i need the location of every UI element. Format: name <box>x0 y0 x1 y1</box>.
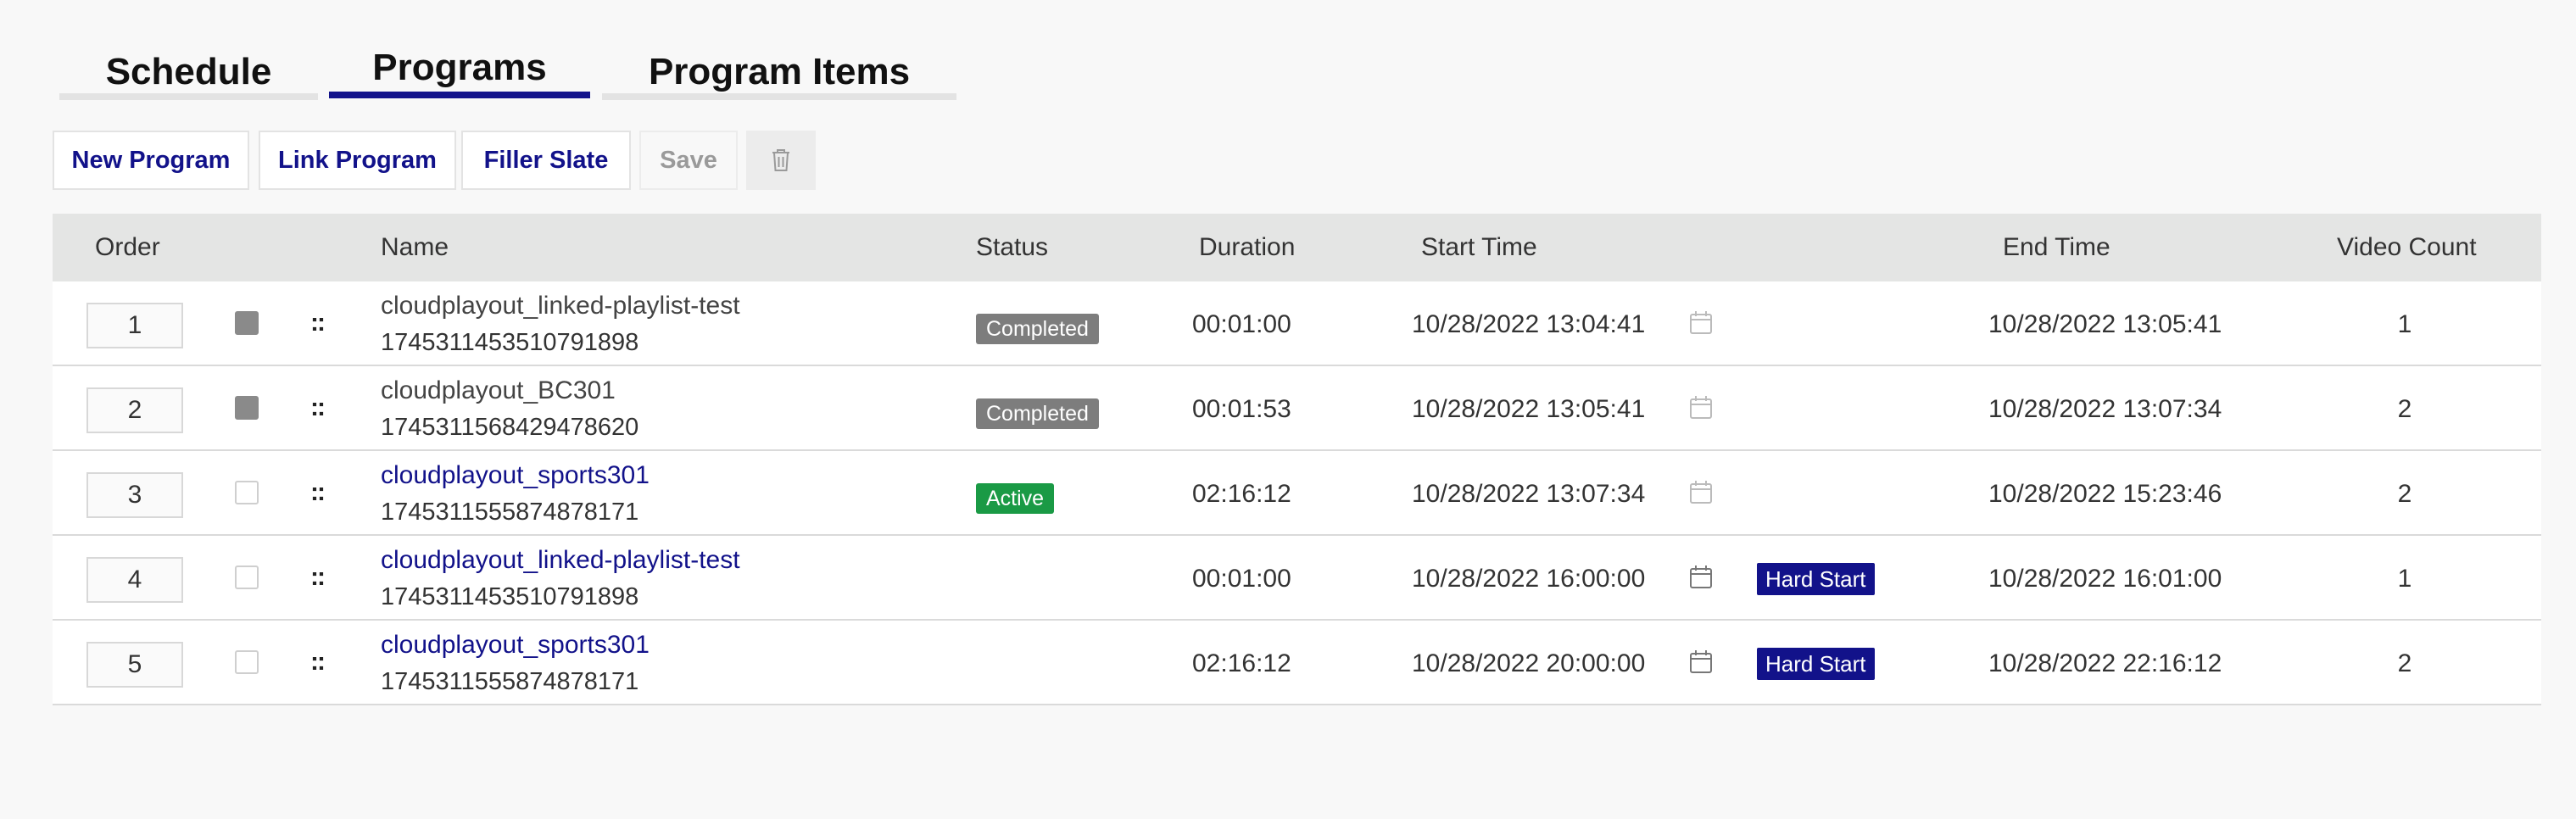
column-header-end-time[interactable]: End Time <box>2003 214 2110 281</box>
program-id: 1745311453510791898 <box>381 329 639 356</box>
table-body: 1:: cloudplayout_linked-playlist-test 1745… <box>53 281 2541 705</box>
hard-start-badge: Hard Start <box>1757 648 1875 680</box>
column-header-start-time[interactable]: Start Time <box>1421 214 1537 281</box>
duration: 00:01:00 <box>1192 310 1291 338</box>
row-checkbox[interactable] <box>235 311 259 335</box>
end-time: 10/28/2022 16:01:00 <box>1988 565 2222 593</box>
program-id: 1745311555874878171 <box>381 499 639 526</box>
status-badge: Completed <box>976 398 1099 429</box>
table-header: Order Name Status Duration Start Time En… <box>53 214 2541 281</box>
table-row[interactable]: 4:: cloudplayout_linked-playlist-test1745… <box>53 536 2541 621</box>
save-button[interactable]: Save <box>639 131 738 190</box>
table-row[interactable]: 1:: cloudplayout_linked-playlist-test1745… <box>53 281 2541 366</box>
new-program-button[interactable]: New Program <box>53 131 249 190</box>
table-row[interactable]: 5:: cloudplayout_sports301174531155587487… <box>53 621 2541 705</box>
tab-program-items[interactable]: Program Items <box>602 42 956 100</box>
drag-handle-icon[interactable]: :: <box>310 563 326 592</box>
video-count: 1 <box>2397 310 2412 338</box>
video-count: 2 <box>2397 395 2412 423</box>
table-row[interactable]: 2:: cloudplayout_BC3011745311568429478620… <box>53 366 2541 451</box>
table-row[interactable]: 3:: cloudplayout_sports301174531155587487… <box>53 451 2541 536</box>
drag-handle-icon[interactable]: :: <box>310 309 326 337</box>
duration: 00:01:53 <box>1192 395 1291 423</box>
calendar-icon[interactable] <box>1689 480 1713 505</box>
column-header-video-count[interactable]: Video Count <box>2337 214 2477 281</box>
start-time: 10/28/2022 13:04:41 <box>1412 310 1646 338</box>
filler-slate-button[interactable]: Filler Slate <box>461 131 631 190</box>
tab-programs[interactable]: Programs <box>329 42 590 98</box>
duration: 02:16:12 <box>1192 480 1291 508</box>
hard-start-badge: Hard Start <box>1757 563 1875 595</box>
column-header-order[interactable]: Order <box>95 214 160 281</box>
video-count: 1 <box>2397 565 2412 593</box>
video-count: 2 <box>2397 480 2412 508</box>
calendar-icon[interactable] <box>1689 565 1713 590</box>
program-id: 1745311555874878171 <box>381 668 639 695</box>
start-time: 10/28/2022 13:07:34 <box>1412 480 1646 508</box>
column-header-name[interactable]: Name <box>381 214 449 281</box>
order-input[interactable]: 1 <box>86 303 183 348</box>
drag-handle-icon[interactable]: :: <box>310 393 326 422</box>
column-header-duration[interactable]: Duration <box>1199 214 1295 281</box>
program-id: 1745311568429478620 <box>381 414 639 441</box>
drag-handle-icon[interactable]: :: <box>310 478 326 507</box>
drag-handle-icon[interactable]: :: <box>310 648 326 677</box>
end-time: 10/28/2022 22:16:12 <box>1988 649 2222 677</box>
programs-table: Order Name Status Duration Start Time En… <box>53 214 2541 705</box>
calendar-icon[interactable] <box>1689 649 1713 675</box>
start-time: 10/28/2022 20:00:00 <box>1412 649 1646 677</box>
start-time: 10/28/2022 16:00:00 <box>1412 565 1646 593</box>
calendar-icon[interactable] <box>1689 310 1713 336</box>
end-time: 10/28/2022 15:23:46 <box>1988 480 2222 508</box>
program-name: cloudplayout_linked-playlist-test <box>381 292 740 320</box>
row-checkbox[interactable] <box>235 566 259 589</box>
link-program-button[interactable]: Link Program <box>259 131 456 190</box>
column-header-status[interactable]: Status <box>976 214 1048 281</box>
program-name: cloudplayout_BC301 <box>381 376 616 404</box>
end-time: 10/28/2022 13:05:41 <box>1988 310 2222 338</box>
row-checkbox[interactable] <box>235 650 259 674</box>
start-time: 10/28/2022 13:05:41 <box>1412 395 1646 423</box>
order-input[interactable]: 2 <box>86 387 183 433</box>
order-input[interactable]: 5 <box>86 642 183 688</box>
order-input[interactable]: 4 <box>86 557 183 603</box>
video-count: 2 <box>2397 649 2412 677</box>
delete-button[interactable] <box>746 131 816 190</box>
duration: 02:16:12 <box>1192 649 1291 677</box>
status-badge: Active <box>976 483 1055 514</box>
tab-schedule[interactable]: Schedule <box>59 42 318 100</box>
end-time: 10/28/2022 13:07:34 <box>1988 395 2222 423</box>
program-name-link[interactable]: cloudplayout_sports301 <box>381 631 650 660</box>
row-checkbox[interactable] <box>235 481 259 504</box>
program-id: 1745311453510791898 <box>381 583 639 610</box>
calendar-icon[interactable] <box>1689 395 1713 421</box>
program-name-link[interactable]: cloudplayout_linked-playlist-test <box>381 546 740 575</box>
trash-icon <box>772 149 789 171</box>
order-input[interactable]: 3 <box>86 472 183 518</box>
program-name-link[interactable]: cloudplayout_sports301 <box>381 461 650 490</box>
row-checkbox[interactable] <box>235 396 259 420</box>
status-badge: Completed <box>976 314 1099 344</box>
duration: 00:01:00 <box>1192 565 1291 593</box>
